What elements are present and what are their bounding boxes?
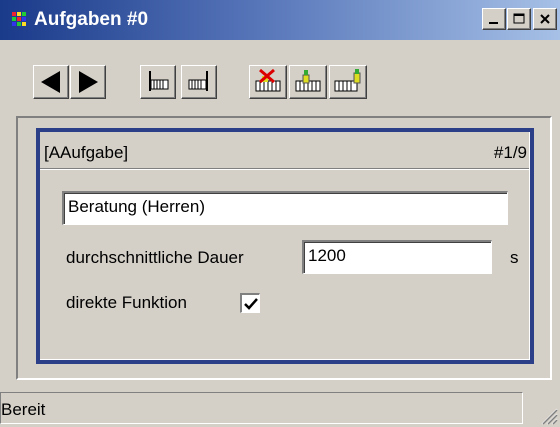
delete-button[interactable] — [249, 65, 287, 99]
app-window: Aufgaben #0 [AAufgabe] #1/9 Beratung (He… — [0, 0, 560, 427]
direct-function-checkbox[interactable] — [240, 293, 260, 313]
toolbar — [0, 40, 560, 108]
panel-divider — [40, 168, 529, 170]
duration-input[interactable]: 1200 — [302, 240, 492, 274]
close-button[interactable] — [533, 8, 557, 30]
duration-label: durchschnittliche Dauer — [66, 248, 244, 267]
checkmark-icon — [244, 298, 258, 310]
resize-grip-icon[interactable] — [538, 405, 558, 425]
previous-button[interactable] — [33, 65, 69, 99]
new-button[interactable] — [329, 65, 367, 99]
minimize-button[interactable] — [482, 8, 506, 30]
record-type-label: [AAufgabe] — [44, 143, 129, 162]
minimize-icon — [489, 22, 498, 24]
maximize-button[interactable] — [507, 8, 531, 30]
record-panel-body: [AAufgabe] #1/9 Beratung (Herren) durchs… — [40, 132, 530, 360]
table-first-icon — [149, 71, 169, 91]
app-icon — [12, 10, 30, 28]
task-name-input[interactable]: Beratung (Herren) — [62, 191, 508, 225]
direct-function-label: direkte Funktion — [66, 293, 187, 312]
status-text: Bereit — [1, 400, 46, 419]
window-title: Aufgaben #0 — [34, 9, 149, 30]
status-pane: Bereit — [0, 392, 523, 424]
record-panel: [AAufgabe] #1/9 Beratung (Herren) durchs… — [36, 128, 534, 364]
new-record-icon — [334, 69, 361, 92]
edit-button[interactable] — [289, 65, 327, 99]
client-area: [AAufgabe] #1/9 Beratung (Herren) durchs… — [16, 116, 552, 380]
title-bar[interactable]: Aufgaben #0 — [0, 0, 560, 40]
maximize-icon — [513, 13, 525, 24]
delete-record-icon — [255, 68, 281, 92]
duration-unit: s — [510, 248, 519, 267]
last-record-button[interactable] — [181, 65, 217, 99]
close-icon — [540, 14, 550, 24]
arrow-right-icon — [79, 71, 98, 93]
first-record-button[interactable] — [140, 65, 176, 99]
record-position: #1/9 — [493, 143, 527, 162]
edit-record-icon — [295, 70, 321, 92]
arrow-left-icon — [41, 71, 60, 93]
table-last-icon — [188, 71, 208, 91]
next-button[interactable] — [70, 65, 106, 99]
status-bar: Bereit — [0, 388, 560, 427]
